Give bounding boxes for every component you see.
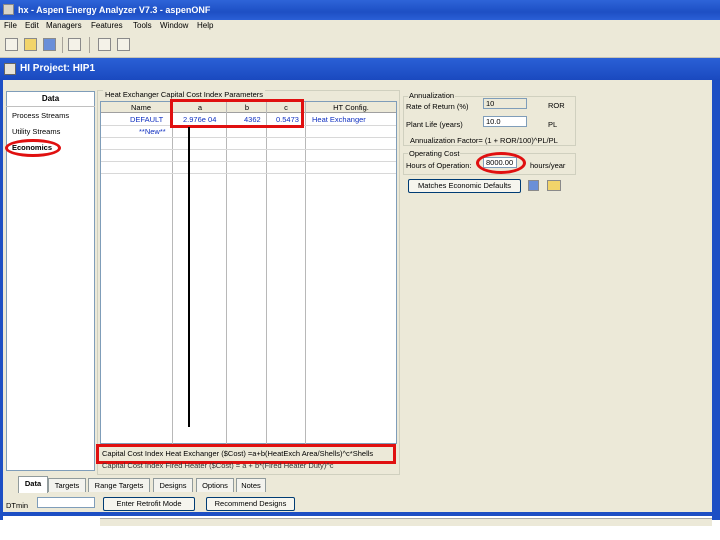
report-icon[interactable] xyxy=(117,38,130,51)
ror-label: Rate of Return (%) xyxy=(406,102,469,111)
toolbar-separator xyxy=(62,37,63,53)
menu-edit[interactable]: Edit xyxy=(25,21,39,30)
hours-unit: hours/year xyxy=(530,161,566,170)
column-header-ht-config: HT Config. xyxy=(333,103,369,112)
capital-cost-grid xyxy=(100,101,397,444)
formula-heater-text: Capital Cost Index Fired Heater ($Cost) … xyxy=(102,461,334,470)
horizontal-scrollbar[interactable] xyxy=(100,518,712,526)
annualization-factor-text: Annualization Factor= (1 + ROR/100)^PL/P… xyxy=(410,136,558,145)
dtmin-field[interactable] xyxy=(37,497,95,508)
workbook-icon[interactable] xyxy=(98,38,111,51)
annotation-arrow xyxy=(188,127,190,427)
tab-notes[interactable]: Notes xyxy=(236,478,266,492)
cell-config-default[interactable]: Heat Exchanger xyxy=(312,115,366,124)
data-panel-header: Data xyxy=(6,91,95,107)
tab-options[interactable]: Options xyxy=(196,478,234,492)
preferences-icon[interactable] xyxy=(68,38,81,51)
plant-life-label: Plant Life (years) xyxy=(406,120,463,129)
menu-features[interactable]: Features xyxy=(91,21,123,30)
toolbar xyxy=(0,33,720,58)
cell-name-default[interactable]: DEFAULT xyxy=(130,115,163,124)
annualization-group-title: Annualization xyxy=(408,91,456,100)
project-icon xyxy=(4,63,16,75)
ror-unit: ROR xyxy=(548,101,565,110)
menu-tools[interactable]: Tools xyxy=(133,21,152,30)
tab-targets[interactable]: Targets xyxy=(48,478,86,492)
grid-column-divider xyxy=(266,102,267,444)
tab-data[interactable]: Data xyxy=(18,476,48,493)
menu-help[interactable]: Help xyxy=(197,21,213,30)
menu-window[interactable]: Window xyxy=(160,21,188,30)
title-bar: hx - Aspen Energy Analyzer V7.3 - aspenO… xyxy=(0,0,720,20)
project-title: HI Project: HIP1 xyxy=(20,63,96,74)
toolbar-separator xyxy=(89,37,90,53)
tree-item-process-streams[interactable]: Process Streams xyxy=(12,111,69,120)
window-border-right xyxy=(712,80,720,520)
load-defaults-icon[interactable] xyxy=(547,180,561,191)
grid-row-divider xyxy=(101,173,396,174)
tree-item-utility-streams[interactable]: Utility Streams xyxy=(12,127,60,136)
capital-cost-group-title: Heat Exchanger Capital Cost Index Parame… xyxy=(103,90,265,99)
recommend-designs-button[interactable]: Recommend Designs xyxy=(206,497,295,511)
operating-cost-group-title: Operating Cost xyxy=(408,149,461,158)
grid-row-divider xyxy=(101,161,396,162)
grid-column-divider xyxy=(226,102,227,444)
window-title: hx - Aspen Energy Analyzer V7.3 - aspenO… xyxy=(18,5,211,15)
window-border-left xyxy=(0,80,3,520)
highlight-hours-oval xyxy=(476,152,526,174)
highlight-abc-columns-box xyxy=(170,99,304,128)
matches-economic-defaults-button[interactable]: Matches Economic Defaults xyxy=(408,179,521,193)
menu-managers[interactable]: Managers xyxy=(46,21,82,30)
save-icon[interactable] xyxy=(43,38,56,51)
menu-file[interactable]: File xyxy=(4,21,17,30)
save-defaults-icon[interactable] xyxy=(528,180,539,191)
menu-bar: File Edit Managers Features Tools Window… xyxy=(0,20,720,33)
grid-column-divider xyxy=(305,102,306,444)
ror-field[interactable]: 10 xyxy=(483,98,527,109)
new-file-icon[interactable] xyxy=(5,38,18,51)
grid-column-divider xyxy=(172,102,173,444)
cell-name-new[interactable]: **New** xyxy=(139,127,166,136)
dtmin-label: DTmin xyxy=(6,501,29,510)
enter-retrofit-mode-button[interactable]: Enter Retrofit Mode xyxy=(103,497,195,511)
grid-row-divider xyxy=(101,149,396,150)
highlight-economics-oval xyxy=(5,139,61,157)
tab-designs[interactable]: Designs xyxy=(153,478,193,492)
plant-life-field[interactable]: 10.0 xyxy=(483,116,527,127)
plant-life-unit: PL xyxy=(548,120,558,129)
window-border-bottom xyxy=(0,512,720,516)
tab-range-targets[interactable]: Range Targets xyxy=(88,478,150,492)
app-icon xyxy=(3,4,14,15)
open-folder-icon[interactable] xyxy=(24,38,37,51)
hours-label: Hours of Operation: xyxy=(406,161,472,170)
column-header-name: Name xyxy=(130,103,151,112)
project-window-header: HI Project: HIP1 xyxy=(0,58,720,80)
grid-row-divider xyxy=(101,137,396,138)
